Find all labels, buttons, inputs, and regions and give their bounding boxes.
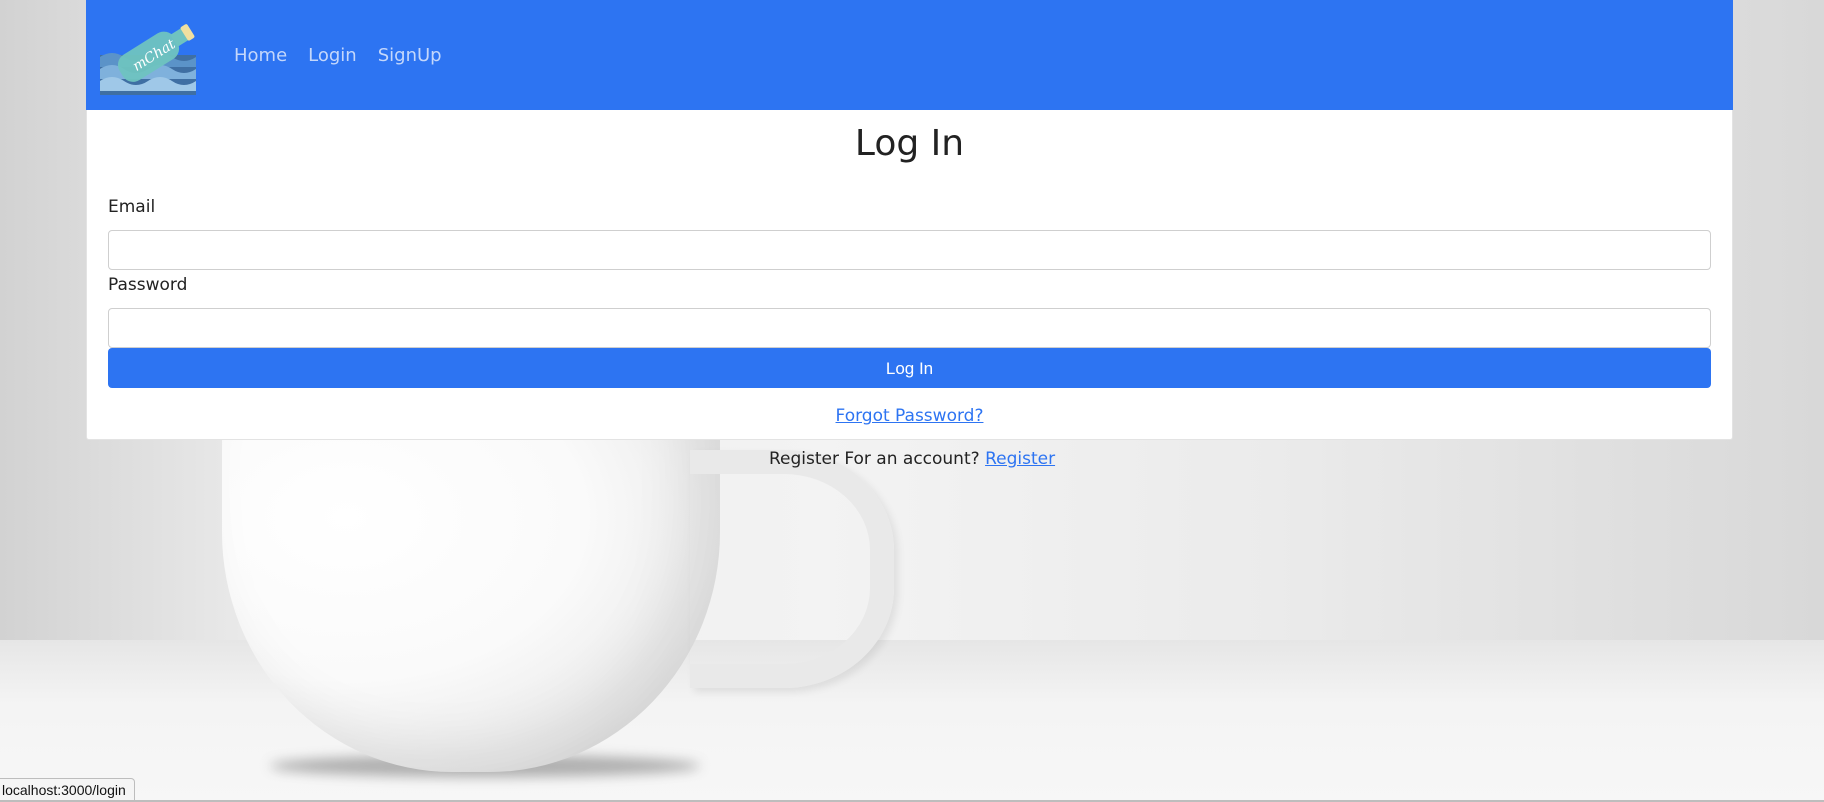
forgot-password-row: Forgot Password? bbox=[108, 406, 1711, 426]
email-label: Email bbox=[108, 197, 156, 217]
login-card: Log In Email Password Log In Forgot Pass… bbox=[86, 110, 1733, 440]
email-field[interactable] bbox=[108, 230, 1711, 270]
register-prompt: Register For an account? bbox=[768, 449, 980, 469]
password-label: Password bbox=[108, 275, 188, 295]
nav-links: Home Login SignUp bbox=[234, 45, 463, 66]
register-row: Register For an account? Register bbox=[0, 449, 1824, 469]
navbar: mChat Home Login SignUp bbox=[86, 0, 1733, 110]
forgot-password-link[interactable]: Forgot Password? bbox=[836, 406, 984, 426]
register-link[interactable]: Register bbox=[985, 449, 1055, 469]
nav-link-signup[interactable]: SignUp bbox=[378, 45, 442, 66]
password-field[interactable] bbox=[108, 308, 1711, 348]
background-mug-handle bbox=[690, 450, 894, 688]
page-container: mChat Home Login SignUp Log In Email Pas… bbox=[86, 0, 1733, 440]
login-button[interactable]: Log In bbox=[108, 348, 1711, 388]
nav-link-login[interactable]: Login bbox=[308, 45, 357, 66]
status-bar-url: localhost:3000/login bbox=[0, 778, 135, 802]
mchat-logo[interactable]: mChat bbox=[100, 11, 204, 95]
nav-link-home[interactable]: Home bbox=[234, 45, 287, 66]
page-title: Log In bbox=[854, 123, 965, 164]
